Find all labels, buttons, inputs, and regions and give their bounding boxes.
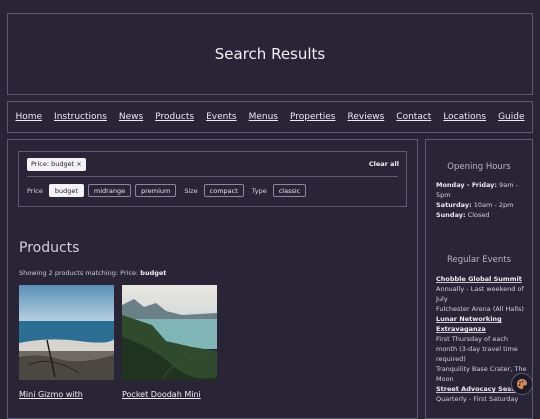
product-name-2[interactable]: Pocket Doodah Mini	[122, 390, 201, 399]
event-detail: First Thursday of each month (3-day trav…	[436, 335, 518, 363]
price-option-premium[interactable]: premium	[135, 184, 177, 197]
filter-options-row: Price budget midrange premium Size compa…	[27, 184, 307, 197]
results-summary-value: budget	[140, 269, 167, 277]
hours-day: Saturday:	[436, 201, 472, 209]
size-filter-label: Size	[184, 186, 198, 195]
main-content: Price: budget × Clear all Price budget m…	[7, 139, 418, 419]
filter-divider	[27, 176, 398, 177]
nav-guide[interactable]: Guide	[498, 112, 524, 122]
event-title-link[interactable]: Chobble Global Summit	[436, 274, 528, 284]
product-image-2[interactable]	[122, 285, 217, 380]
main-nav: Home Instructions News Products Events M…	[7, 101, 533, 133]
palette-icon[interactable]	[511, 373, 533, 395]
hours-row: Monday - Friday: 9am - 5pm	[436, 180, 528, 200]
type-option-classic[interactable]: classic	[272, 184, 307, 197]
size-option-compact[interactable]: compact	[203, 184, 244, 197]
product-name-1[interactable]: Mini Gizmo with	[19, 390, 83, 399]
hours-row: Sunday: Closed	[436, 210, 528, 220]
filter-panel: Price: budget × Clear all Price budget m…	[18, 151, 407, 207]
active-filter-chip[interactable]: Price: budget ×	[27, 158, 86, 171]
price-option-budget[interactable]: budget	[48, 184, 84, 197]
clear-all-button[interactable]: Clear all	[369, 160, 399, 168]
hours-day: Monday - Friday:	[436, 181, 497, 189]
price-filter-label: Price	[27, 186, 43, 195]
hours-day: Sunday:	[436, 211, 466, 219]
nav-products[interactable]: Products	[155, 112, 194, 122]
results-summary: Showing 2 products matching: Price: budg…	[19, 269, 166, 277]
hours-time: 10am - 2pm	[473, 201, 514, 209]
event-detail: Quarterly - First Saturday	[436, 395, 519, 403]
event-detail: Annually - Last weekend of July	[436, 285, 524, 303]
event-detail: Fulchester Arena (All Halls)	[436, 305, 524, 313]
nav-properties[interactable]: Properties	[290, 112, 335, 122]
nav-locations[interactable]: Locations	[443, 112, 486, 122]
products-heading: Products	[19, 240, 80, 256]
product-image-1[interactable]	[19, 285, 114, 380]
nav-contact[interactable]: Contact	[396, 112, 431, 122]
regular-events-heading: Regular Events	[446, 255, 512, 265]
price-option-midrange[interactable]: midrange	[87, 184, 132, 197]
opening-hours-list: Monday - Friday: 9am - 5pm Saturday: 10a…	[436, 180, 528, 220]
hours-row: Saturday: 10am - 2pm	[436, 200, 528, 210]
page-title: Search Results	[214, 45, 326, 63]
nav-home[interactable]: Home	[15, 112, 42, 122]
nav-events[interactable]: Events	[206, 112, 236, 122]
nav-reviews[interactable]: Reviews	[347, 112, 384, 122]
results-summary-prefix: Showing 2 products matching: Price:	[19, 269, 141, 277]
hours-time: Closed	[467, 211, 490, 219]
nav-instructions[interactable]: Instructions	[54, 112, 107, 122]
nav-menus[interactable]: Menus	[249, 112, 278, 122]
event-title-link[interactable]: Lunar Networking Extravaganza	[436, 314, 528, 334]
page-header: Search Results	[7, 13, 533, 95]
type-filter-label: Type	[251, 186, 267, 195]
opening-hours-heading: Opening Hours	[447, 162, 511, 172]
nav-news[interactable]: News	[119, 112, 143, 122]
